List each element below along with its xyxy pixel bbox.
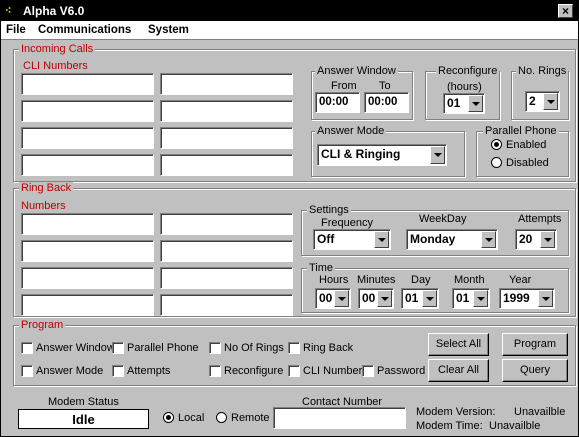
rings-legend: No. Rings	[516, 65, 569, 77]
chevron-down-icon[interactable]	[422, 290, 437, 307]
chevron-down-icon[interactable]	[468, 95, 483, 112]
month-label: Month	[454, 274, 485, 286]
hours-label: Hours	[319, 274, 349, 286]
frequency-dropdown[interactable]: Off	[313, 229, 391, 250]
menu-bar: File Communications System	[1, 21, 578, 40]
hours-dropdown[interactable]: 00	[315, 288, 351, 309]
ringback-number-8[interactable]	[160, 294, 293, 316]
chevron-down-icon[interactable]	[377, 290, 392, 307]
ringback-number-6[interactable]	[160, 267, 293, 289]
minutes-dropdown[interactable]: 00	[358, 288, 394, 309]
chevron-down-icon[interactable]	[334, 290, 349, 307]
close-icon: ×	[561, 4, 569, 18]
modem-version-value: Unavailble	[514, 406, 566, 418]
app-window: ⁖ Alpha V6.0 × File Communications Syste…	[0, 0, 579, 437]
rings-dropdown[interactable]: 2	[525, 91, 560, 112]
parallel-phone-group: Parallel Phone	[476, 125, 569, 177]
modem-status-value: Idle	[72, 412, 95, 427]
clear-all-button[interactable]: Clear All	[428, 359, 489, 382]
radio-checked-icon	[163, 412, 174, 423]
year-dropdown[interactable]: 1999	[499, 288, 555, 309]
weekday-dropdown[interactable]: Monday	[406, 229, 498, 250]
ringback-number-7[interactable]	[21, 294, 154, 316]
ringback-number-1[interactable]	[21, 213, 154, 235]
chevron-down-icon[interactable]	[374, 231, 389, 248]
reconfigure-dropdown[interactable]: 01	[443, 93, 485, 114]
cli-field-8[interactable]	[160, 154, 293, 176]
cli-field-6[interactable]	[160, 127, 293, 149]
cli-field-3[interactable]	[21, 100, 154, 122]
time-legend: Time	[307, 262, 336, 274]
checkbox-icon	[21, 365, 33, 377]
chevron-down-icon[interactable]	[473, 290, 488, 307]
frequency-label: Frequency	[321, 217, 373, 229]
program-legend: Program	[19, 319, 66, 331]
title-bar[interactable]: ⁖ Alpha V6.0 ×	[1, 1, 578, 21]
contact-number-field[interactable]	[273, 407, 406, 429]
cli-field-7[interactable]	[21, 154, 154, 176]
year-label: Year	[509, 274, 532, 286]
radio-unchecked-icon	[491, 157, 502, 168]
ringback-number-4[interactable]	[160, 240, 293, 262]
incoming-calls-legend: Incoming Calls	[19, 43, 96, 55]
checkbox-icon	[112, 342, 124, 354]
modem-time-label: Modem Time:	[416, 420, 483, 432]
chevron-down-icon[interactable]	[481, 231, 496, 248]
attempts-label: Attempts	[518, 213, 562, 225]
checkbox-icon	[21, 342, 33, 354]
checkbox-icon	[209, 342, 221, 354]
modem-status-box: Idle	[18, 409, 149, 429]
reconfigure-legend: Reconfigure	[436, 65, 500, 77]
answer-to-field[interactable]: 00:00	[364, 92, 409, 113]
chevron-down-icon[interactable]	[538, 290, 553, 307]
window-title: Alpha V6.0	[23, 4, 85, 18]
app-icon: ⁖	[5, 5, 12, 17]
query-button[interactable]: Query	[502, 359, 568, 382]
checkbox-icon	[288, 365, 300, 377]
day-label: Day	[411, 274, 431, 286]
ringback-number-5[interactable]	[21, 267, 154, 289]
weekday-label: WeekDay	[419, 213, 467, 225]
menu-file[interactable]: File	[6, 24, 26, 37]
from-label: From	[331, 80, 357, 92]
month-dropdown[interactable]: 01	[452, 288, 490, 309]
modem-time-value: Unavailble	[489, 420, 541, 432]
ringback-number-3[interactable]	[21, 240, 154, 262]
cli-field-5[interactable]	[21, 127, 154, 149]
answer-from-field[interactable]: 00:00	[315, 92, 360, 113]
answer-mode-dropdown[interactable]: CLI & Ringing	[317, 144, 447, 166]
checkbox-icon	[362, 365, 374, 377]
to-label: To	[379, 80, 391, 92]
radio-unchecked-icon	[216, 412, 227, 423]
chevron-down-icon[interactable]	[543, 93, 558, 110]
cli-field-4[interactable]	[160, 100, 293, 122]
chevron-down-icon[interactable]	[430, 146, 445, 164]
cli-numbers-label: CLI Numbers	[23, 60, 88, 72]
checkbox-icon	[112, 365, 124, 377]
menu-system[interactable]: System	[148, 24, 189, 37]
settings-legend: Settings	[307, 204, 351, 216]
minutes-label: Minutes	[357, 274, 396, 286]
modem-version-label: Modem Version:	[416, 406, 496, 418]
radio-checked-icon	[491, 139, 502, 150]
parallel-phone-legend: Parallel Phone	[483, 125, 559, 137]
cli-field-1[interactable]	[21, 73, 154, 95]
select-all-button[interactable]: Select All	[428, 333, 489, 356]
program-button[interactable]: Program	[502, 333, 568, 356]
close-button[interactable]: ×	[558, 4, 573, 18]
numbers-label: Numbers	[21, 200, 66, 212]
attempts-dropdown[interactable]: 20	[515, 229, 557, 250]
checkbox-icon	[209, 365, 221, 377]
modem-status-label: Modem Status	[48, 396, 119, 408]
menu-communications[interactable]: Communications	[38, 24, 131, 37]
reconfigure-hours-label: (hours)	[447, 81, 482, 93]
ring-back-legend: Ring Back	[19, 182, 74, 194]
ringback-number-2[interactable]	[160, 213, 293, 235]
cli-field-2[interactable]	[160, 73, 293, 95]
chevron-down-icon[interactable]	[540, 231, 555, 248]
answer-mode-legend: Answer Mode	[315, 125, 387, 137]
answer-window-legend: Answer Window	[315, 65, 398, 77]
day-dropdown[interactable]: 01	[401, 288, 439, 309]
checkbox-icon	[288, 342, 300, 354]
